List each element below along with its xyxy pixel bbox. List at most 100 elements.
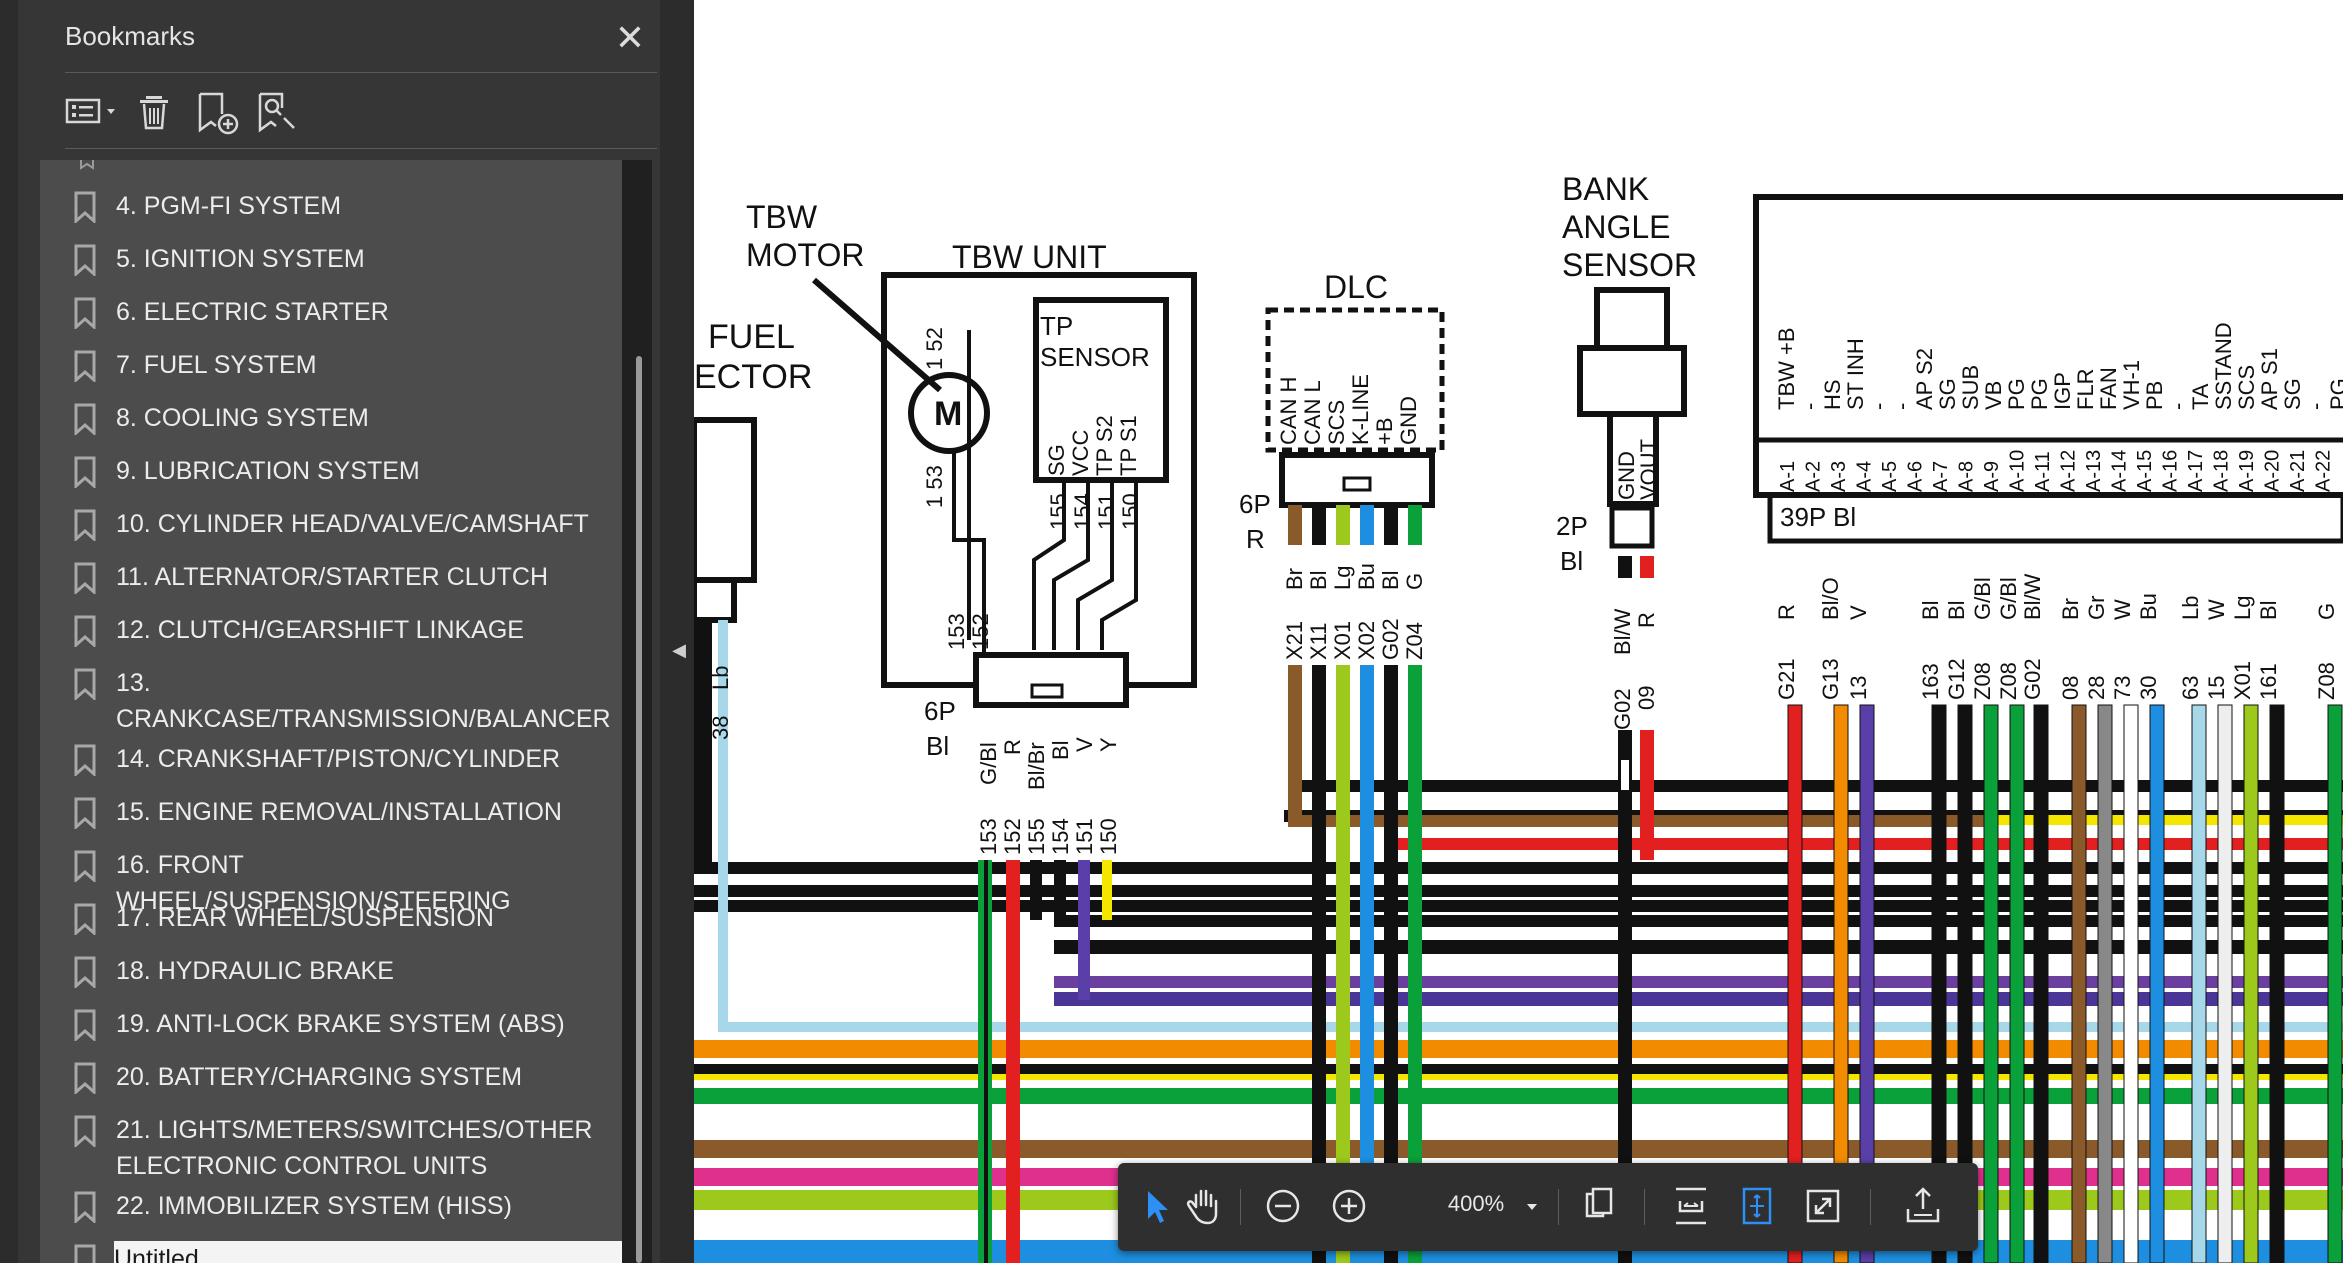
bookmark-item[interactable]: 14. CRANKSHAFT/PISTON/CYLINDER — [40, 741, 622, 777]
bookmark-item[interactable]: 18. HYDRAULIC BRAKE — [40, 953, 622, 989]
svg-text:Lb: Lb — [708, 666, 733, 690]
bookmark-item[interactable]: 6. ELECTRIC STARTER — [40, 294, 622, 330]
fullscreen-button[interactable] — [1798, 1181, 1848, 1231]
svg-text:Bu: Bu — [1354, 563, 1379, 590]
bookmark-label: 7. FUEL SYSTEM — [116, 351, 317, 379]
svg-text:VOUT: VOUT — [1636, 439, 1661, 500]
svg-text:Bl/Br: Bl/Br — [1024, 742, 1049, 790]
bank-angle-label: ANGLE — [1562, 209, 1670, 245]
find-bookmark-icon — [258, 92, 295, 133]
ecm-wire-id: 163 — [1918, 663, 1943, 700]
tbw-wire-colors: G/Bl R Bl/Br Bl V Y — [976, 737, 1121, 790]
ecm-wire-id: G21 — [1774, 658, 1799, 700]
bookmark-item[interactable]: 8. COOLING SYSTEM — [40, 400, 622, 436]
document-view[interactable]: FUEL ECTOR TBW MOTOR TBW UNIT M TP SENSO… — [694, 0, 2343, 1263]
zoom-level[interactable]: 400% — [1438, 1191, 1514, 1217]
svg-text:GND: GND — [1396, 396, 1421, 445]
page-display-icon — [1585, 1187, 1613, 1218]
ecm-pin-label: PG — [2004, 378, 2029, 410]
share-button[interactable] — [1898, 1181, 1948, 1231]
bookmark-label: 10. CYLINDER HEAD/VALVE/CAMSHAFT — [116, 510, 589, 538]
bookmark-item[interactable]: 17. REAR WHEEL/SUSPENSION — [40, 900, 622, 936]
bookmark-icon — [74, 797, 96, 829]
scrollbar-thumb[interactable] — [636, 356, 642, 1263]
bookmark-icon — [74, 1115, 96, 1147]
bookmark-label: 5. IGNITION SYSTEM — [116, 245, 365, 273]
hand-tool-button[interactable] — [1180, 1181, 1230, 1231]
ecm-wire — [1983, 704, 1999, 1263]
ecm-wire-color: Bl/W — [2020, 573, 2045, 620]
ecm-wire-id: 15 — [2204, 676, 2229, 700]
bookmark-item[interactable]: 7. FUEL SYSTEM — [40, 347, 622, 383]
svg-text:Bl/W: Bl/W — [1610, 608, 1635, 655]
bookmark-item[interactable]: Untitled — [40, 1241, 622, 1263]
bookmark-list: 4. PGM-FI SYSTEM 5. IGNITION SYSTEM 6. ELE… — [40, 160, 622, 1263]
bookmark-label: 17. REAR WHEEL/SUSPENSION — [116, 904, 494, 932]
motor-symbol: M — [934, 395, 962, 433]
fit-page-button[interactable] — [1732, 1181, 1782, 1231]
bookmark-label: 9. LUBRICATION SYSTEM — [116, 457, 420, 485]
ecm-wire — [2327, 704, 2343, 1263]
zoom-dropdown[interactable] — [1518, 1193, 1546, 1221]
bookmark-item[interactable]: 13. CRANKCASE/TRANSMISSION/BALANCER — [40, 665, 622, 737]
tbw-wire-ids: 153 152 155 154 151 150 — [976, 818, 1121, 855]
scrollbar[interactable] — [622, 160, 652, 1263]
bookmark-item[interactable]: 9. LUBRICATION SYSTEM — [40, 453, 622, 489]
ecm-wire — [2097, 704, 2113, 1263]
collapse-panel-icon[interactable]: ◀ — [669, 636, 689, 664]
svg-text:TP S2: TP S2 — [1092, 415, 1117, 476]
bookmark-icon — [74, 456, 96, 488]
bank-angle-label: BANK — [1562, 171, 1649, 207]
svg-text:G02: G02 — [1378, 618, 1403, 660]
bookmark-item[interactable]: 5. IGNITION SYSTEM — [40, 241, 622, 277]
bookmark-icon — [74, 615, 96, 647]
ecm-terminal-label: A-7 — [1930, 461, 1952, 492]
find-bookmark-button[interactable] — [254, 88, 302, 136]
ecm-wire-id: 28 — [2084, 676, 2109, 700]
zoom-in-button[interactable] — [1324, 1181, 1374, 1231]
fit-page-icon — [1742, 1187, 1772, 1225]
bookmark-item[interactable]: 20. BATTERY/CHARGING SYSTEM — [40, 1059, 622, 1095]
bookmark-label: ELECTRONIC CONTROL UNITS — [116, 1152, 488, 1180]
ecm-pin-label: - — [2165, 403, 2190, 410]
add-bookmark-button[interactable] — [194, 88, 242, 136]
svg-text:Br: Br — [1282, 568, 1307, 590]
page-display-button[interactable] — [1574, 1181, 1624, 1231]
bank-connector-label: Bl — [1560, 546, 1583, 576]
bookmark-item[interactable]: 21. LIGHTS/METERS/SWITCHES/OTHER ELECTRON… — [40, 1112, 622, 1184]
select-tool-button[interactable] — [1130, 1181, 1180, 1231]
ecm-wire — [2071, 704, 2087, 1263]
ecm-terminal-label: A-22 — [2313, 450, 2335, 492]
bookmark-item[interactable]: 11. ALTERNATOR/STARTER CLUTCH — [40, 559, 622, 595]
bookmark-label: 21. LIGHTS/METERS/SWITCHES/OTHER — [116, 1116, 593, 1144]
ecm-wire-color: Bl — [1944, 600, 1969, 620]
list-options-button[interactable] — [65, 88, 125, 136]
ecm-wire-id: 08 — [2058, 676, 2083, 700]
close-icon[interactable]: ✕ — [610, 18, 650, 58]
bookmark-item[interactable]: 19. ANTI-LOCK BRAKE SYSTEM (ABS) — [40, 1006, 622, 1042]
dlc-connector-label: R — [1246, 524, 1265, 554]
bookmark-icon — [74, 668, 96, 700]
fit-width-button[interactable] — [1666, 1181, 1716, 1231]
bookmark-item[interactable]: 12. CLUTCH/GEARSHIFT LINKAGE — [40, 612, 622, 648]
svg-text:151: 151 — [1072, 818, 1097, 855]
bookmark-item[interactable]: 4. PGM-FI SYSTEM — [40, 188, 622, 224]
ecm-wire-id: Z08 — [1970, 662, 1995, 700]
svg-text:CAN L: CAN L — [1300, 380, 1325, 445]
zoom-out-button[interactable] — [1258, 1181, 1308, 1231]
bookmark-item[interactable]: 15. ENGINE REMOVAL/INSTALLATION — [40, 794, 622, 830]
svg-text:1 52: 1 52 — [922, 327, 947, 370]
ecm-wire-color: Bu — [2136, 593, 2161, 620]
divider — [1558, 1189, 1559, 1225]
svg-text:X11: X11 — [1306, 622, 1331, 660]
divider — [65, 148, 657, 149]
delete-bookmark-button[interactable] — [136, 88, 180, 136]
ecm-pin-label: HS — [1820, 379, 1845, 410]
bookmark-icon — [74, 903, 96, 935]
bookmark-item[interactable]: 10. CYLINDER HEAD/VALVE/CAMSHAFT — [40, 506, 622, 542]
bookmark-label: 4. PGM-FI SYSTEM — [116, 192, 342, 220]
ecm-pin-label: AP S2 — [1912, 348, 1937, 410]
bookmark-item[interactable]: 16. FRONT WHEEL/SUSPENSION/STEERING — [40, 847, 622, 915]
bookmark-label: 19. ANTI-LOCK BRAKE SYSTEM (ABS) — [116, 1010, 565, 1038]
bookmark-item[interactable]: 22. IMMOBILIZER SYSTEM (HISS) — [40, 1188, 622, 1224]
